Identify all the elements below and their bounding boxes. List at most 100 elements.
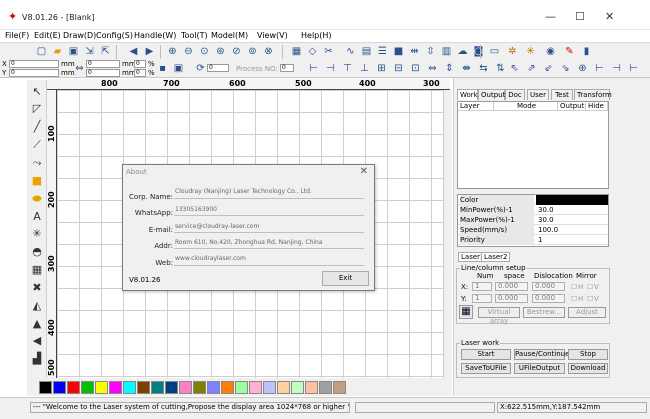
- align-center-icon[interactable]: ⊡: [409, 62, 422, 75]
- x-space-field[interactable]: 0.000: [495, 282, 528, 291]
- color-swatch[interactable]: [291, 381, 304, 394]
- tab-test[interactable]: Test: [551, 89, 573, 100]
- pause-continue-button[interactable]: Pause/Continue: [514, 349, 569, 360]
- column-header-hide[interactable]: Hide: [586, 102, 608, 111]
- node-edit-icon[interactable]: ◇: [306, 45, 319, 58]
- color-swatch[interactable]: [179, 381, 192, 394]
- menu-config[interactable]: Config(S): [96, 31, 133, 40]
- text-tool-icon[interactable]: A: [30, 210, 44, 224]
- download-button[interactable]: Download: [568, 363, 608, 374]
- color-swatch[interactable]: [277, 381, 290, 394]
- menu-help[interactable]: Help(H): [301, 31, 332, 40]
- corner-bl-icon[interactable]: ⇙: [542, 62, 555, 75]
- image-tool-icon[interactable]: ◓: [30, 245, 44, 259]
- optimize-icon[interactable]: ✲: [506, 45, 519, 58]
- zoom-all-icon[interactable]: ⊚: [246, 45, 259, 58]
- color-swatch[interactable]: [123, 381, 136, 394]
- maximize-button[interactable]: ☐: [575, 11, 585, 22]
- align-bottom-icon[interactable]: ⊥: [358, 62, 371, 75]
- close-button[interactable]: ✕: [605, 11, 614, 22]
- align-right-icon[interactable]: ⊣: [324, 62, 337, 75]
- height-field[interactable]: 0: [86, 69, 120, 77]
- corner-br-icon[interactable]: ⇘: [559, 62, 572, 75]
- y-dislocation-field[interactable]: 0.000: [532, 294, 565, 303]
- color-swatch[interactable]: [95, 381, 108, 394]
- tab-transform[interactable]: Transform: [574, 89, 612, 100]
- x-position-field[interactable]: 0: [9, 60, 59, 68]
- menu-edit[interactable]: Edit(E): [34, 31, 61, 40]
- path-icon[interactable]: ✳: [524, 45, 537, 58]
- align-icon[interactable]: ☰: [376, 45, 389, 58]
- color-swatch[interactable]: [536, 195, 608, 205]
- property-row[interactable]: MaxPower(%)-1 30.0: [458, 215, 608, 225]
- scale-x-field[interactable]: 0: [134, 60, 146, 68]
- save-icon[interactable]: ▣: [67, 45, 80, 58]
- width-field[interactable]: 0: [86, 60, 120, 68]
- mirror-v-checkbox[interactable]: ☐: [587, 283, 593, 291]
- property-row[interactable]: Speed(mm/s) 100.0: [458, 225, 608, 235]
- tab-user[interactable]: User: [527, 89, 549, 100]
- color-swatch[interactable]: [151, 381, 164, 394]
- column-header-layer[interactable]: Layer: [458, 102, 494, 111]
- color-swatch[interactable]: [137, 381, 150, 394]
- lock-size-icon[interactable]: ⇔: [73, 62, 86, 75]
- color-swatch[interactable]: [39, 381, 52, 394]
- array-tool-icon[interactable]: ▟: [30, 352, 44, 366]
- property-value[interactable]: 30.0: [536, 215, 608, 225]
- cloud-icon[interactable]: ☁: [456, 45, 469, 58]
- property-value[interactable]: 30.0: [536, 205, 608, 215]
- apply-icon[interactable]: ▣: [172, 62, 185, 75]
- line-tool-icon[interactable]: ╱: [30, 120, 44, 134]
- select-arrow-icon[interactable]: ↖: [30, 85, 44, 99]
- corner-tr-icon[interactable]: ⇗: [525, 62, 538, 75]
- y-space-field[interactable]: 0.000: [495, 294, 528, 303]
- property-row-color[interactable]: Color: [458, 195, 608, 205]
- edge-right-icon[interactable]: ⊣: [610, 62, 623, 75]
- array-icon[interactable]: ▥: [440, 45, 453, 58]
- rotate-icon[interactable]: ⟳: [194, 62, 207, 75]
- mirror-h-checkbox[interactable]: ☐: [571, 283, 577, 291]
- tab-work[interactable]: Work: [457, 89, 478, 100]
- mirror-h2-checkbox[interactable]: ☐: [571, 295, 577, 303]
- layer-table[interactable]: Layer Mode Output Hide: [457, 101, 609, 189]
- ufile-output-button[interactable]: UFileOutput: [514, 363, 565, 374]
- bestrew-button[interactable]: Bestrew...: [523, 307, 565, 318]
- color-swatch[interactable]: [53, 381, 66, 394]
- color-swatch[interactable]: [109, 381, 122, 394]
- zoom-in-icon[interactable]: ⊕: [166, 45, 179, 58]
- camera-icon[interactable]: ◙: [472, 45, 485, 58]
- menu-tool[interactable]: Tool(T): [181, 31, 208, 40]
- minimize-button[interactable]: —: [545, 11, 556, 22]
- fill-icon[interactable]: ■: [392, 45, 405, 58]
- menu-view[interactable]: View(V): [257, 31, 288, 40]
- dialog-close-icon[interactable]: ✕: [360, 166, 368, 177]
- y-num-field[interactable]: 1: [472, 294, 492, 303]
- rectangle-tool-icon[interactable]: ■: [30, 174, 44, 188]
- scale-y-field[interactable]: 0: [134, 69, 146, 77]
- color-swatch[interactable]: [81, 381, 94, 394]
- color-swatch[interactable]: [305, 381, 318, 394]
- import-icon[interactable]: ⇲: [83, 45, 96, 58]
- property-value[interactable]: 100.0: [536, 225, 608, 235]
- adjust-button[interactable]: Adjust: [568, 307, 606, 318]
- laser-head-icon[interactable]: ◉: [544, 45, 557, 58]
- color-swatch[interactable]: [333, 381, 346, 394]
- more-icon[interactable]: ⊢: [627, 62, 640, 75]
- menu-file[interactable]: File(F): [5, 31, 29, 40]
- mirror-h-icon[interactable]: ◭: [30, 299, 44, 313]
- corner-tl-icon[interactable]: ⇖: [508, 62, 521, 75]
- start-button[interactable]: Start: [461, 349, 511, 360]
- color-swatch[interactable]: [67, 381, 80, 394]
- export-icon[interactable]: ⇱: [99, 45, 112, 58]
- color-swatch[interactable]: [319, 381, 332, 394]
- tab-doc[interactable]: Doc: [505, 89, 525, 100]
- distribute-h-icon[interactable]: ⇹: [408, 45, 421, 58]
- stop-button[interactable]: Stop: [568, 349, 608, 360]
- zoom-page-icon[interactable]: ⊘: [230, 45, 243, 58]
- center-icon[interactable]: ⊕: [576, 62, 589, 75]
- tab-output[interactable]: Output: [478, 89, 505, 100]
- align-center-h-icon[interactable]: ⊞: [375, 62, 388, 75]
- zoom-window-icon[interactable]: ⊗: [262, 45, 275, 58]
- curve-smooth-icon[interactable]: ∿: [344, 45, 357, 58]
- same-height-icon[interactable]: ⇕: [443, 62, 456, 75]
